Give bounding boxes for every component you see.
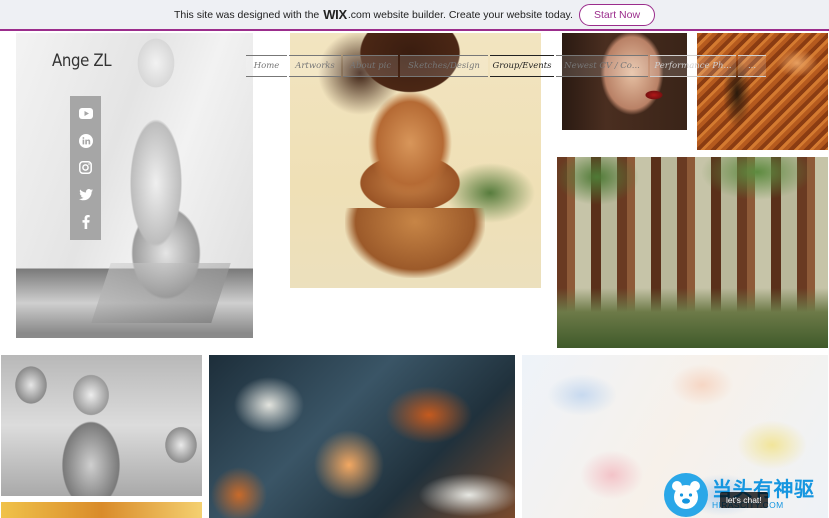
start-now-button[interactable]: Start Now: [578, 3, 656, 26]
nav-item-sketches-design[interactable]: Sketches/Design: [400, 55, 488, 77]
nav-item-group-events[interactable]: Group/Events: [490, 55, 554, 77]
nav-item-home[interactable]: Home: [246, 55, 287, 77]
facebook-icon[interactable]: [78, 214, 94, 230]
wix-promo-banner: This site was designed with the WIX .com …: [0, 0, 829, 31]
artwork-forest-painting[interactable]: [557, 157, 828, 348]
linkedin-icon[interactable]: [78, 133, 94, 149]
wix-logo-suffix: .com: [347, 8, 371, 21]
twitter-icon[interactable]: [78, 187, 94, 203]
wix-logo[interactable]: WIX: [323, 7, 347, 22]
artwork-portrait-red-lips[interactable]: [562, 33, 687, 130]
nav-item-artworks[interactable]: Artworks: [289, 55, 341, 77]
artwork-children-sketch[interactable]: [1, 355, 202, 496]
nav-item-more[interactable]: ...: [738, 55, 766, 77]
instagram-icon[interactable]: [78, 160, 94, 176]
youtube-icon[interactable]: [78, 106, 94, 122]
banner-text-after: website builder. Create your website tod…: [373, 8, 573, 21]
social-bar: [70, 96, 101, 240]
site-title[interactable]: Ange ZL: [52, 51, 112, 71]
bear-logo-icon: [664, 473, 708, 517]
chat-button[interactable]: let's chat!: [720, 492, 768, 508]
main-nav: Home Artworks About pic Sketches/Design …: [246, 55, 768, 77]
artwork-statue-sketch[interactable]: [16, 33, 253, 338]
nav-item-about[interactable]: About pic: [343, 55, 398, 77]
artwork-abstract-earth[interactable]: [209, 355, 515, 518]
nav-item-performance[interactable]: Performance Ph...: [650, 55, 736, 77]
artwork-orange-texture[interactable]: [697, 33, 828, 150]
artwork-yellow-partial[interactable]: [1, 502, 202, 518]
nav-item-newest-cv[interactable]: Newest CV / Co...: [556, 55, 648, 77]
banner-text-before: This site was designed with the: [173, 8, 320, 21]
